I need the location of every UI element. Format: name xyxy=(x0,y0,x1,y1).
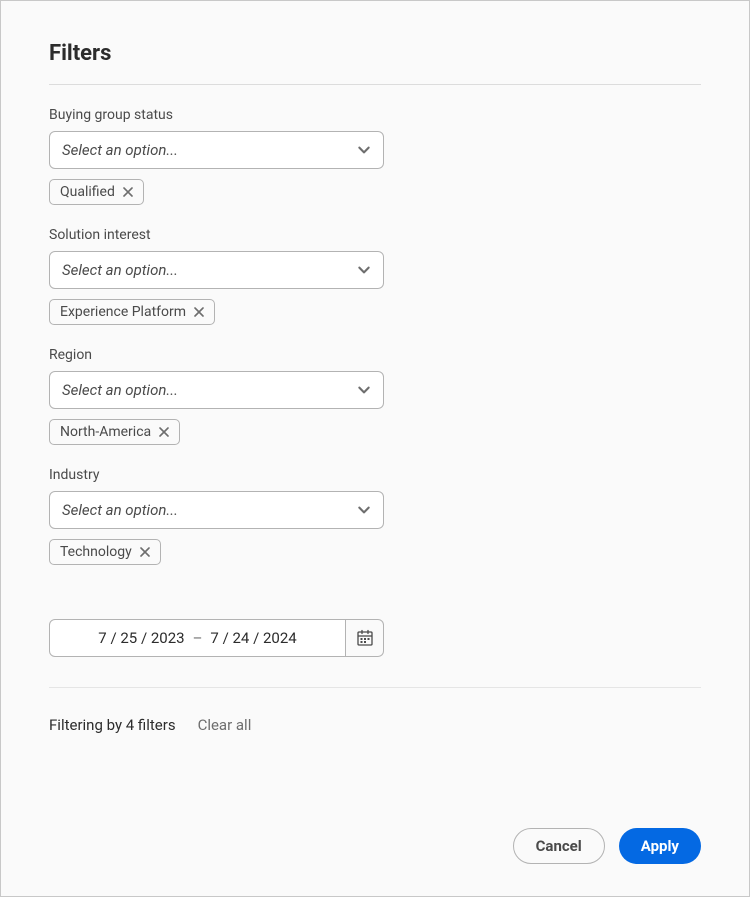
chevron-down-icon xyxy=(357,383,371,397)
filters-panel: Filters Buying group status Select an op… xyxy=(0,0,750,897)
select-industry[interactable]: Select an option... xyxy=(49,491,384,529)
tag-label: Technology xyxy=(60,545,132,559)
apply-button[interactable]: Apply xyxy=(619,828,701,864)
date-end: 7 / 24 / 2024 xyxy=(210,629,296,647)
date-separator: – xyxy=(193,629,203,647)
date-start: 7 / 25 / 2023 xyxy=(98,629,184,647)
calendar-icon xyxy=(356,629,374,647)
tag-row-industry: Technology xyxy=(49,539,701,565)
select-placeholder: Select an option... xyxy=(62,381,178,399)
select-placeholder: Select an option... xyxy=(62,141,178,159)
field-solution-interest: Solution interest Select an option... Ex… xyxy=(49,227,701,325)
select-buying-group-status[interactable]: Select an option... xyxy=(49,131,384,169)
close-icon[interactable] xyxy=(194,307,204,317)
divider-bottom xyxy=(49,687,701,688)
tag-experience-platform[interactable]: Experience Platform xyxy=(49,299,215,325)
tag-row-region: North-America xyxy=(49,419,701,445)
clear-all-button[interactable]: Clear all xyxy=(198,716,252,734)
close-icon[interactable] xyxy=(159,427,169,437)
field-region: Region Select an option... North-America xyxy=(49,347,701,445)
tag-row-buying-group-status: Qualified xyxy=(49,179,701,205)
filter-summary-text: Filtering by 4 filters xyxy=(49,716,176,734)
button-row: Cancel Apply xyxy=(49,828,701,864)
tag-label: Qualified xyxy=(60,185,115,199)
calendar-button[interactable] xyxy=(346,619,384,657)
filter-summary-row: Filtering by 4 filters Clear all xyxy=(49,716,701,734)
select-solution-interest[interactable]: Select an option... xyxy=(49,251,384,289)
tag-technology[interactable]: Technology xyxy=(49,539,161,565)
field-label-industry: Industry xyxy=(49,467,701,483)
tag-row-solution-interest: Experience Platform xyxy=(49,299,701,325)
chevron-down-icon xyxy=(357,263,371,277)
tag-label: Experience Platform xyxy=(60,305,186,319)
field-buying-group-status: Buying group status Select an option... … xyxy=(49,107,701,205)
select-region[interactable]: Select an option... xyxy=(49,371,384,409)
date-range-field: 7 / 25 / 2023 – 7 / 24 / 2024 xyxy=(49,619,701,657)
tag-label: North-America xyxy=(60,425,151,439)
field-label-region: Region xyxy=(49,347,701,363)
close-icon[interactable] xyxy=(140,547,150,557)
tag-qualified[interactable]: Qualified xyxy=(49,179,144,205)
select-placeholder: Select an option... xyxy=(62,501,178,519)
divider-top xyxy=(49,84,701,85)
field-label-solution-interest: Solution interest xyxy=(49,227,701,243)
chevron-down-icon xyxy=(357,143,371,157)
spacer xyxy=(49,734,701,828)
cancel-button[interactable]: Cancel xyxy=(513,828,605,864)
field-label-buying-group-status: Buying group status xyxy=(49,107,701,123)
close-icon[interactable] xyxy=(123,187,133,197)
panel-title: Filters xyxy=(49,41,701,66)
select-placeholder: Select an option... xyxy=(62,261,178,279)
field-industry: Industry Select an option... Technology xyxy=(49,467,701,565)
tag-north-america[interactable]: North-America xyxy=(49,419,180,445)
date-range-input[interactable]: 7 / 25 / 2023 – 7 / 24 / 2024 xyxy=(49,619,346,657)
chevron-down-icon xyxy=(357,503,371,517)
